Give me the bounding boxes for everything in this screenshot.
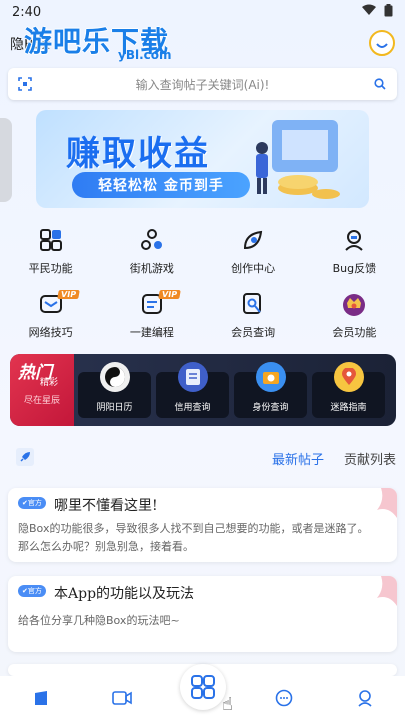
leaf-icon [239,226,267,254]
rocket-icon[interactable] [16,448,34,466]
hot-tag: 精彩 [40,378,59,388]
card-decoration-icon [377,576,397,606]
search-icon[interactable] [363,78,397,90]
tab-latest-posts[interactable]: 最新帖子 [272,449,324,468]
search-doc-icon [239,290,267,318]
avatar[interactable] [369,30,395,56]
post-body: 隐Box的功能很多，导致很多人找不到自己想要的功能，或者是迷路了。那么怎么办呢？… [18,522,369,553]
feature-label: 一建编程 [129,326,174,339]
hot-section: 热门 精彩 尽在星辰 阴阳日历 信用查询 身份查询 迷路指南 [10,354,396,426]
feature-item[interactable]: 创作中心 [203,226,304,276]
camera-icon [255,362,286,392]
puzzle-icon [37,226,65,254]
post-title: 本App的功能以及玩法 [54,586,195,602]
center-apps-button[interactable] [180,664,226,710]
feature-item[interactable]: VIP 网络技巧 [0,290,101,340]
feature-grid-row-1: 平民功能 街机游戏 创作中心 Bug反馈 [0,226,405,276]
wifi-icon [362,4,376,20]
yin-yang-icon [99,362,130,392]
hot-item-label: 迷路指南 [330,403,367,413]
gamepad-icon [138,226,166,254]
feature-item[interactable]: 会员查询 [203,290,304,340]
hot-item[interactable]: 迷路指南 [312,362,385,418]
chat-icon[interactable] [269,683,299,713]
card-decoration-icon [377,488,397,518]
promo-banner[interactable]: 赚取收益 轻轻松松 金币到手 [36,110,369,208]
battery-icon [384,3,393,21]
hot-caption: 尽在星辰 [24,396,61,406]
official-badge: ✔官方 [18,585,46,597]
feature-item[interactable]: VIP 一建编程 [101,290,202,340]
feature-item[interactable]: Bug反馈 [304,226,405,276]
search-bar[interactable]: 输入查询帖子关键词(Ai)! [8,68,397,100]
home-icon[interactable] [26,683,56,713]
banner-title: 赚取收益 [66,134,210,174]
feature-item[interactable]: 街机游戏 [101,226,202,276]
feature-item[interactable]: 平民功能 [0,226,101,276]
status-time: 2:40 [12,4,42,20]
feature-grid-row-2: VIP 网络技巧 VIP 一建编程 会员查询 会员功能 [0,290,405,340]
side-drawer-handle[interactable] [0,118,12,202]
hot-item[interactable]: 信用查询 [156,362,229,418]
post-tabs: 最新帖子 贡献列表 [0,446,405,470]
official-badge: ✔官方 [18,497,46,509]
banner-subtitle: 轻轻松松 金币到手 [72,172,250,198]
book-icon [177,362,208,392]
tab-contributions[interactable]: 贡献列表 [344,449,396,468]
hot-item[interactable]: 身份查询 [234,362,307,418]
feature-label: 会员查询 [231,326,276,339]
feature-label: 会员功能 [332,326,377,339]
search-input[interactable]: 输入查询帖子关键词(Ai)! [42,76,363,93]
hot-item[interactable]: 阴阳日历 [78,362,151,418]
feature-label: Bug反馈 [332,262,377,275]
feature-item[interactable]: 会员功能 [304,290,405,340]
apps-grid-icon [191,675,215,699]
map-pin-icon [333,362,364,392]
feature-label: 平民功能 [28,262,73,275]
post-card[interactable]: ✔官方 本App的功能以及玩法 给各位分享几种隐Box的玩法吧~ [8,576,397,652]
smile-icon [376,43,388,48]
feature-label: 网络技巧 [28,326,73,339]
hot-item-label: 信用查询 [174,403,211,413]
hot-label-block: 热门 精彩 尽在星辰 [10,354,74,426]
hand-pointer-icon: ☝ [222,694,233,715]
feature-label: 创作中心 [231,262,276,275]
vip-badge: VIP [57,290,80,299]
profile-icon[interactable] [350,683,380,713]
scan-icon[interactable] [8,77,42,91]
hot-item-label: 阴阳日历 [96,403,133,413]
video-icon[interactable] [107,683,137,713]
watermark-url: yBl.com [118,48,172,62]
user-support-icon [340,226,368,254]
post-card[interactable]: ✔官方 哪里不懂看这里! 隐Box的功能很多，导致很多人找不到自己想要的功能，或… [8,488,397,562]
post-body: 给各位分享几种隐Box的玩法吧~ [18,614,180,627]
vip-badge: VIP [158,290,182,299]
post-title: 哪里不懂看这里! [54,498,158,514]
feature-label: 街机游戏 [129,262,174,275]
hot-item-label: 身份查询 [252,403,289,413]
crown-badge-icon [340,290,368,318]
